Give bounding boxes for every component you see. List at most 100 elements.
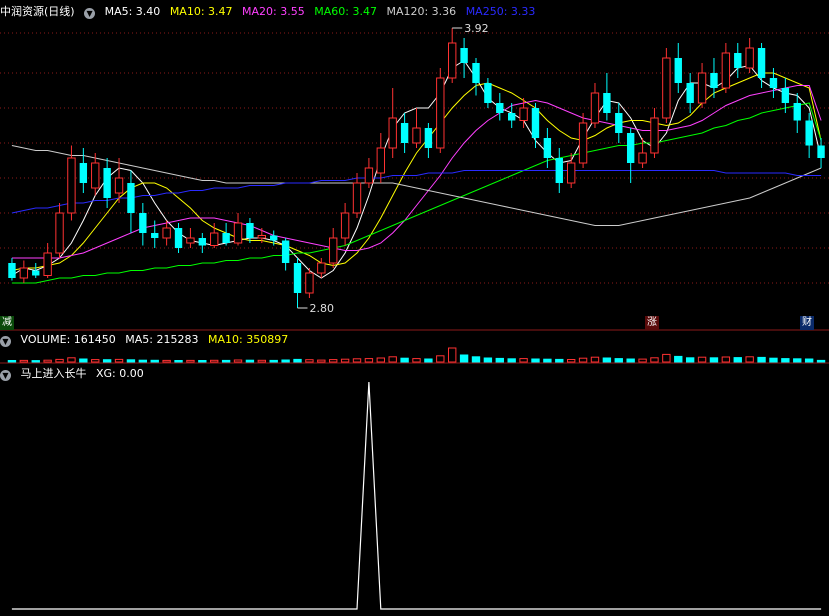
collapse-icon[interactable]: ▼ [0, 336, 11, 347]
volume-bar [662, 353, 671, 363]
volume-bar [436, 355, 445, 363]
candle-body-down [793, 103, 801, 121]
volume-value: VOLUME: 161450 [20, 333, 116, 346]
candle-body-up [519, 107, 528, 121]
candle-body-up [329, 237, 338, 264]
volume-bar [305, 359, 314, 363]
candle-body-down [127, 183, 135, 213]
volume-bar [709, 357, 719, 363]
volume-ma10: MA10: 350897 [207, 333, 289, 346]
candle-body-up [721, 52, 731, 89]
candle-body-down [139, 213, 147, 233]
candle-body-up [364, 167, 374, 184]
signal-line [11, 381, 822, 610]
candle-body-up [745, 47, 754, 69]
candle-body-up [388, 117, 397, 149]
volume-bar [448, 347, 457, 363]
candle-body-down [757, 48, 766, 78]
candle-body-up [305, 272, 314, 294]
candle-body-down [496, 103, 504, 113]
candle-body-up [412, 127, 421, 144]
volume-bar [257, 359, 267, 363]
badge-right[interactable]: 财 [800, 316, 814, 330]
volume-bar [519, 358, 528, 363]
candle-body-down [79, 163, 88, 183]
volume-bar [388, 356, 397, 363]
candle-body-up [186, 237, 195, 244]
volume-bar [317, 359, 326, 363]
volume-bar [638, 358, 647, 363]
candle-body-down [734, 53, 742, 68]
indicator-header: ▼ 马上进入长牛 XG: 0.00 [0, 366, 150, 382]
volume-bar [400, 357, 409, 363]
volume-bar [43, 359, 52, 363]
candle-body-up [376, 147, 385, 174]
candle-body-up [566, 162, 576, 184]
candle-body-down [531, 108, 540, 138]
candle-body-up [638, 152, 647, 164]
candle-body-down [8, 263, 16, 278]
volume-bar [198, 360, 207, 363]
candle-body-down [246, 223, 254, 238]
badge-mid[interactable]: 涨 [645, 316, 659, 330]
indicator-name: 马上进入长牛 [20, 367, 87, 380]
volume-bar [578, 357, 588, 363]
candle-body-up [19, 267, 29, 279]
volume-bar [614, 358, 623, 363]
candle-body-up [55, 212, 64, 254]
candle-body-down [674, 58, 682, 83]
candle-body-down [615, 113, 623, 133]
candle-body-up [578, 122, 588, 164]
candles [8, 27, 825, 309]
volume-bar [67, 357, 76, 363]
volume-bar [769, 357, 778, 363]
candle-body-down [472, 63, 480, 83]
ma60-legend: MA60: 3.47 [314, 5, 377, 18]
candle-body-down [424, 128, 433, 148]
candle-body-up [67, 157, 76, 214]
candle-body-up [210, 232, 219, 246]
badge-left[interactable]: 减 [0, 316, 14, 330]
candle-body-down [543, 138, 552, 158]
volume-bar [7, 360, 17, 363]
ma10-legend: MA10: 3.47 [169, 5, 233, 18]
volume-bar [364, 358, 374, 363]
candle-body-up [448, 42, 457, 79]
volume-bar [269, 359, 278, 363]
candle-body-up [697, 72, 707, 104]
volume-bar [19, 359, 29, 363]
volume-bar [495, 357, 504, 363]
volume-bar [674, 355, 683, 363]
candle-body-up [590, 92, 600, 124]
volume-bar [138, 359, 148, 363]
low-price-label: 2.80 [310, 302, 335, 315]
volume-bar [352, 358, 362, 363]
collapse-icon[interactable]: ▼ [0, 370, 11, 381]
volume-bar [459, 354, 469, 363]
candle-body-down [603, 93, 611, 113]
ma250-legend: MA250: 3.33 [465, 5, 536, 18]
candle-body-down [484, 83, 492, 103]
volume-bar [543, 358, 552, 363]
volume-bar [245, 359, 255, 363]
chart-canvas: 3.92 2.80 [0, 22, 829, 610]
candle-body-down [270, 235, 278, 241]
candle-body-up [43, 252, 52, 276]
volume-bar [626, 358, 635, 363]
price-grid [0, 32, 829, 284]
chart-title: 中润资源(日线) [0, 5, 75, 18]
ma20-legend: MA20: 3.55 [242, 5, 305, 18]
collapse-icon[interactable]: ▼ [84, 8, 96, 19]
candle-body-down [817, 145, 825, 158]
volume-bar [102, 359, 112, 363]
candle-body-up [257, 235, 267, 239]
candle-body-down [805, 120, 813, 146]
main-header: 中润资源(日线) ▼ MA5: 3.40 MA10: 3.47 MA20: 3.… [0, 4, 541, 20]
volume-bar [590, 356, 600, 363]
ma120-legend: MA120: 3.36 [386, 5, 457, 18]
ma5-legend: MA5: 3.40 [104, 5, 161, 18]
volume-bar [114, 358, 124, 363]
volume-bar [412, 358, 421, 363]
volume-bar [650, 357, 659, 363]
volume-bar [126, 359, 136, 363]
